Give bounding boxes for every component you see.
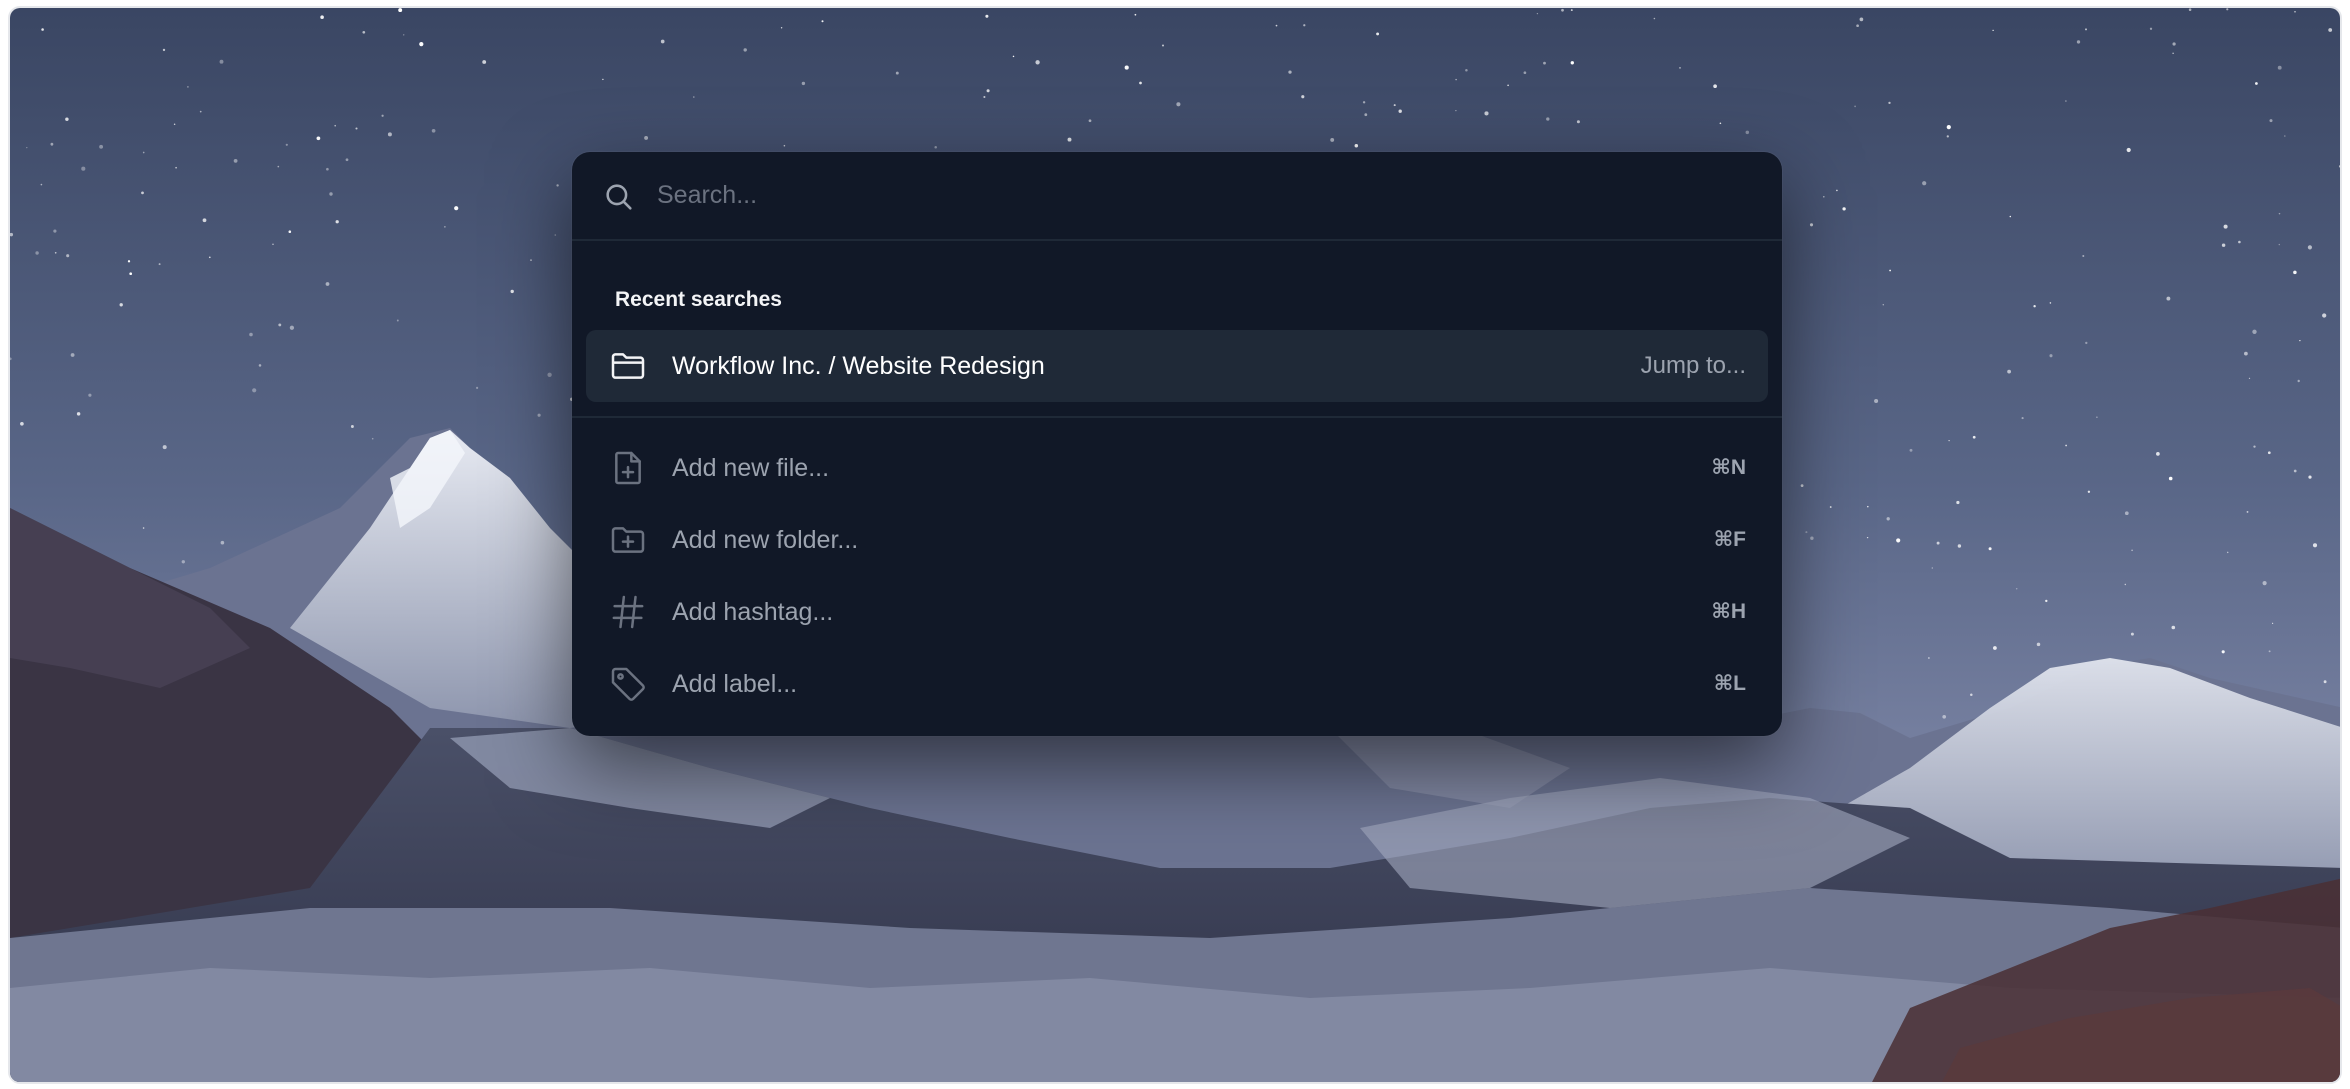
tag-icon — [611, 667, 645, 701]
search-input[interactable] — [657, 170, 1747, 220]
recent-item-label: Workflow Inc. / Website Redesign — [672, 352, 1045, 380]
divider — [572, 416, 1782, 418]
search-bar — [572, 152, 1782, 241]
add-new-file-action[interactable]: Add new file... ⌘N — [586, 432, 1768, 504]
jump-to-hint: Jump to... — [1640, 352, 1746, 379]
shortcut-new-file: ⌘N — [1711, 456, 1746, 479]
shortcut-hashtag: ⌘H — [1711, 600, 1746, 623]
add-hashtag-action[interactable]: Add hashtag... ⌘H — [586, 576, 1768, 648]
hashtag-icon — [612, 595, 644, 629]
folder-icon — [611, 353, 645, 379]
command-palette: Recent searches Workflow Inc. / Website … — [572, 152, 1782, 736]
add-new-file-label: Add new file... — [672, 454, 830, 482]
recent-searches-heading: Recent searches — [615, 288, 782, 311]
add-new-folder-action[interactable]: Add new folder... ⌘F — [586, 504, 1768, 576]
add-new-folder-label: Add new folder... — [672, 526, 859, 554]
add-label-action[interactable]: Add label... ⌘L — [586, 648, 1768, 720]
folder-plus-icon — [611, 527, 645, 553]
shortcut-new-folder: ⌘F — [1713, 528, 1746, 551]
file-plus-icon — [615, 451, 641, 485]
search-icon — [606, 184, 632, 210]
shortcut-label: ⌘L — [1713, 672, 1746, 695]
add-label-label: Add label... — [672, 670, 798, 698]
add-hashtag-label: Add hashtag... — [672, 598, 834, 626]
recent-item-website-redesign[interactable]: Workflow Inc. / Website Redesign Jump to… — [586, 330, 1768, 402]
app-window: Recent searches Workflow Inc. / Website … — [8, 6, 2342, 1084]
